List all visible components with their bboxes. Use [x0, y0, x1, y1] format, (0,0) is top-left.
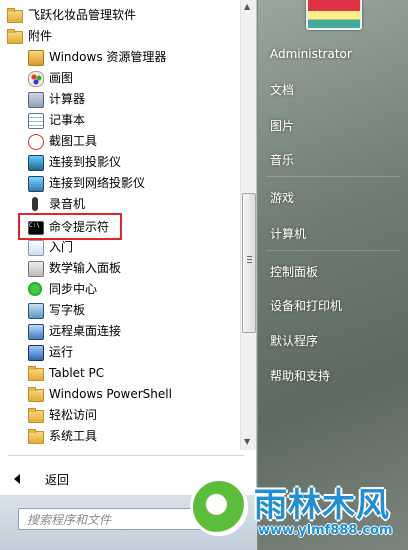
program-item-notepad[interactable]: 记事本 [27, 109, 85, 130]
scroll-thumb[interactable] [242, 193, 256, 333]
microphone-icon [27, 196, 43, 212]
watermark-url: www.ylmf888.com [258, 523, 393, 538]
program-item-powershell[interactable]: Windows PowerShell [27, 383, 172, 404]
computer-link[interactable]: 计算机 [270, 225, 306, 242]
program-label: 截图工具 [49, 134, 98, 148]
wordpad-icon [27, 302, 44, 319]
folder-icon [27, 407, 44, 423]
program-list-scrollbar[interactable]: ▲ ▼ [240, 0, 256, 450]
program-item-run[interactable]: 运行 [27, 341, 73, 362]
program-label: 轻松访问 [49, 408, 98, 422]
default-programs-link[interactable]: 默认程序 [270, 332, 318, 349]
program-label: 飞跃化妆品管理软件 [28, 8, 137, 22]
highlight-box [18, 213, 122, 240]
program-label: 运行 [49, 345, 74, 359]
watermark-title: 雨林木风 [254, 485, 390, 524]
program-label: 同步中心 [49, 282, 98, 296]
pictures-link[interactable]: 图片 [270, 117, 294, 134]
user-avatar[interactable] [306, 0, 362, 30]
program-label: 附件 [28, 29, 53, 43]
program-item-network-projector[interactable]: 连接到网络投影仪 [27, 172, 145, 193]
sync-center-icon [27, 281, 43, 297]
remote-desktop-icon [27, 323, 44, 340]
folder-icon [27, 386, 44, 402]
math-input-icon [27, 260, 44, 277]
user-name-link[interactable]: Administrator [270, 47, 352, 61]
program-list: 飞跃化妆品管理软件 附件 Windows 资源管理器 画图 计算器 记事本 截图… [0, 0, 240, 450]
program-label: 连接到投影仪 [49, 155, 122, 169]
watermark-logo-icon [190, 478, 248, 536]
program-item-snipping-tool[interactable]: 截图工具 [27, 130, 97, 151]
program-item-accessories[interactable]: 附件 [6, 25, 52, 46]
program-label: 计算器 [49, 92, 86, 106]
back-arrow-icon [14, 474, 20, 484]
snipping-tool-icon [27, 133, 44, 150]
scroll-up-arrow-icon[interactable]: ▲ [244, 2, 250, 11]
program-label: 远程桌面连接 [49, 324, 122, 338]
separator [266, 250, 400, 251]
program-item-sync-center[interactable]: 同步中心 [27, 278, 97, 299]
scroll-down-arrow-icon[interactable]: ▼ [244, 437, 250, 446]
program-item-calculator[interactable]: 计算器 [27, 88, 85, 109]
program-label: 写字板 [49, 303, 86, 317]
watermark: 雨林木风 www.ylmf888.com [186, 476, 408, 550]
getting-started-icon [27, 239, 44, 256]
projector-icon [27, 154, 44, 171]
folder-icon [6, 28, 23, 44]
separator [266, 176, 400, 177]
grip-icon [247, 256, 252, 264]
start-menu-right-pane: Administrator 文档 图片 音乐 游戏 计算机 控制面板 设备和打印… [258, 0, 408, 550]
music-link[interactable]: 音乐 [270, 151, 294, 168]
divider [8, 455, 244, 456]
program-item-remote-desktop[interactable]: 远程桌面连接 [27, 320, 121, 341]
start-menu-left-pane: 飞跃化妆品管理软件 附件 Windows 资源管理器 画图 计算器 记事本 截图… [0, 0, 257, 550]
folder-icon [6, 7, 23, 23]
folder-icon [27, 428, 44, 444]
program-label: 记事本 [49, 113, 86, 127]
program-label: 数学输入面板 [49, 261, 122, 275]
program-label: 入门 [49, 240, 74, 254]
program-label: 系统工具 [49, 429, 98, 443]
program-item-paint[interactable]: 画图 [27, 67, 73, 88]
back-label: 返回 [45, 472, 70, 487]
search-placeholder: 搜索程序和文件 [27, 512, 112, 527]
notepad-icon [27, 112, 44, 129]
calculator-icon [27, 91, 44, 108]
games-link[interactable]: 游戏 [270, 189, 294, 206]
program-item-wordpad[interactable]: 写字板 [27, 299, 85, 320]
run-icon [27, 344, 44, 361]
program-label: Tablet PC [49, 365, 105, 380]
program-item-tablet-pc[interactable]: Tablet PC [27, 362, 104, 383]
program-label: 画图 [49, 71, 74, 85]
program-item-explorer[interactable]: Windows 资源管理器 [27, 46, 166, 67]
documents-link[interactable]: 文档 [270, 81, 294, 98]
program-label: 连接到网络投影仪 [49, 176, 146, 190]
program-label: Windows 资源管理器 [49, 50, 167, 64]
help-support-link[interactable]: 帮助和支持 [270, 367, 330, 384]
program-item-system-tools[interactable]: 系统工具 [27, 425, 97, 446]
control-panel-link[interactable]: 控制面板 [270, 263, 318, 280]
program-item-feiyue[interactable]: 飞跃化妆品管理软件 [6, 4, 136, 25]
devices-printers-link[interactable]: 设备和打印机 [270, 297, 342, 314]
folder-icon [27, 365, 44, 381]
paint-icon [27, 70, 44, 87]
program-item-math-input[interactable]: 数学输入面板 [27, 257, 121, 278]
program-label: 录音机 [49, 197, 86, 211]
explorer-icon [27, 49, 44, 66]
program-item-ease-of-access[interactable]: 轻松访问 [27, 404, 97, 425]
program-item-connect-projector[interactable]: 连接到投影仪 [27, 151, 121, 172]
program-label: Windows PowerShell [49, 386, 172, 401]
program-item-sound-recorder[interactable]: 录音机 [27, 193, 85, 214]
network-projector-icon [27, 175, 44, 192]
